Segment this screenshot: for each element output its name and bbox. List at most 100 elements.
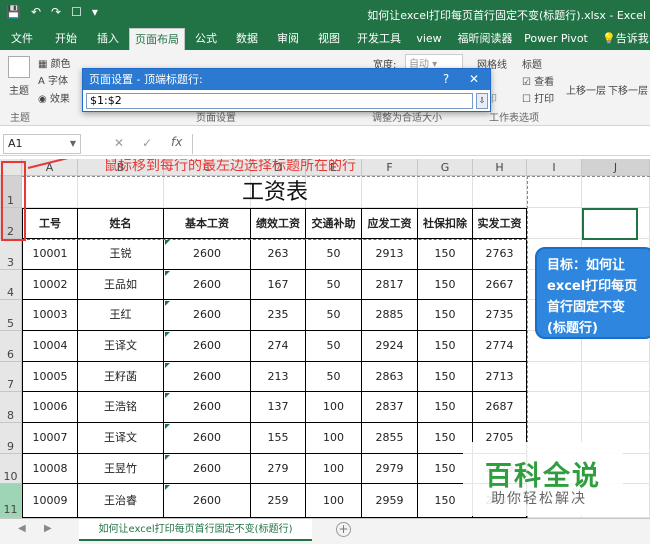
grid-cell[interactable] xyxy=(527,208,582,239)
data-cell[interactable]: 2817 xyxy=(362,270,418,300)
data-cell[interactable]: 279 xyxy=(251,454,306,484)
data-cell[interactable]: 2763 xyxy=(473,239,527,270)
row-header-11[interactable]: 11 xyxy=(0,484,22,518)
close-icon[interactable]: ✕ xyxy=(460,69,488,90)
data-cell[interactable]: 263 xyxy=(251,239,306,270)
data-cell[interactable]: 10007 xyxy=(22,423,78,454)
colors-button[interactable]: ▦ 颜色 xyxy=(38,55,71,70)
dialog-title-bar[interactable]: 页面设置 - 顶端标题行: ? ✕ xyxy=(83,69,490,90)
grid-cell[interactable] xyxy=(527,176,582,208)
sheet-tab[interactable]: 如何让excel打印每页首行固定不变(标题行) xyxy=(79,519,312,541)
fonts-button[interactable]: A 字体 xyxy=(38,72,68,87)
selected-cell[interactable] xyxy=(582,208,638,240)
data-cell[interactable]: 50 xyxy=(306,331,362,362)
data-cell[interactable]: 2885 xyxy=(362,300,418,331)
data-cell[interactable]: 10006 xyxy=(22,392,78,423)
header-cell[interactable]: 绩效工资 xyxy=(251,208,306,239)
data-cell[interactable]: 2863 xyxy=(362,362,418,392)
undo-icon[interactable]: ↶ xyxy=(31,5,41,19)
data-cell[interactable]: 王昱竹 xyxy=(78,454,164,484)
data-cell[interactable]: 50 xyxy=(306,300,362,331)
data-cell[interactable]: 2735 xyxy=(473,300,527,331)
touch-mode-icon[interactable]: ☐ xyxy=(71,5,82,19)
data-cell[interactable]: 2924 xyxy=(362,331,418,362)
tell-me[interactable]: 💡告诉我你 xyxy=(598,28,650,67)
data-cell[interactable]: 50 xyxy=(306,362,362,392)
data-cell[interactable]: 王籽菡 xyxy=(78,362,164,392)
data-cell[interactable]: 王品如 xyxy=(78,270,164,300)
grid-cell[interactable] xyxy=(527,362,582,392)
tab-data[interactable]: 数据 xyxy=(231,28,263,50)
data-cell[interactable]: 167 xyxy=(251,270,306,300)
headings-print-checkbox[interactable]: ☐ 打印 xyxy=(522,90,554,105)
data-cell[interactable]: 2959 xyxy=(362,484,418,518)
customize-qat-icon[interactable]: ▾ xyxy=(92,5,98,19)
themes-icon[interactable] xyxy=(8,56,30,78)
data-cell[interactable]: 50 xyxy=(306,239,362,270)
data-cell[interactable]: 2600 xyxy=(164,454,251,484)
data-cell[interactable]: 2855 xyxy=(362,423,418,454)
prev-sheet-icon[interactable]: ◀ xyxy=(18,523,26,534)
data-cell[interactable]: 2600 xyxy=(164,362,251,392)
data-cell[interactable]: 100 xyxy=(306,484,362,518)
data-cell[interactable]: 10004 xyxy=(22,331,78,362)
tab-home[interactable]: 开始 xyxy=(48,28,84,50)
row-header-9[interactable]: 9 xyxy=(0,423,22,454)
save-icon[interactable]: 💾 xyxy=(6,5,21,19)
next-sheet-icon[interactable]: ▶ xyxy=(44,523,52,534)
redo-icon[interactable]: ↷ xyxy=(51,5,61,19)
tab-foxit[interactable]: 福昕阅读器 xyxy=(455,28,515,50)
row-header-5[interactable]: 5 xyxy=(0,300,22,331)
row-header-4[interactable]: 4 xyxy=(0,270,22,300)
data-cell[interactable]: 王锐 xyxy=(78,239,164,270)
data-cell[interactable]: 2600 xyxy=(164,300,251,331)
data-cell[interactable]: 213 xyxy=(251,362,306,392)
sheet-title[interactable]: 工资表 xyxy=(23,177,527,208)
data-cell[interactable]: 2600 xyxy=(164,331,251,362)
data-cell[interactable]: 2774 xyxy=(473,331,527,362)
data-cell[interactable]: 2600 xyxy=(164,423,251,454)
data-cell[interactable]: 150 xyxy=(418,392,473,423)
header-cell[interactable]: 社保扣除 xyxy=(418,208,473,239)
data-cell[interactable]: 274 xyxy=(251,331,306,362)
data-cell[interactable]: 235 xyxy=(251,300,306,331)
tab-file[interactable]: 文件 xyxy=(6,28,38,50)
data-cell[interactable]: 10008 xyxy=(22,454,78,484)
data-cell[interactable]: 10001 xyxy=(22,239,78,270)
send-backward-button[interactable]: 下移一层 xyxy=(608,82,648,97)
expand-dialog-icon[interactable]: ⇩ xyxy=(476,93,488,109)
data-cell[interactable]: 50 xyxy=(306,270,362,300)
data-cell[interactable]: 100 xyxy=(306,423,362,454)
bring-forward-button[interactable]: 上移一层 xyxy=(566,82,606,97)
data-cell[interactable]: 155 xyxy=(251,423,306,454)
header-cell[interactable]: 姓名 xyxy=(78,208,164,239)
data-cell[interactable]: 150 xyxy=(418,300,473,331)
row-header-3[interactable]: 3 xyxy=(0,239,22,270)
data-cell[interactable]: 2687 xyxy=(473,392,527,423)
column-header-j[interactable]: J xyxy=(582,159,650,176)
tab-power-pivot[interactable]: Power Pivot xyxy=(524,28,588,50)
data-cell[interactable]: 150 xyxy=(418,331,473,362)
column-header-f[interactable]: F xyxy=(362,159,418,176)
data-cell[interactable]: 100 xyxy=(306,454,362,484)
header-cell[interactable]: 工号 xyxy=(22,208,78,239)
data-cell[interactable]: 2600 xyxy=(164,484,251,518)
grid-cell[interactable] xyxy=(582,176,650,208)
data-cell[interactable]: 10009 xyxy=(22,484,78,518)
data-cell[interactable]: 2979 xyxy=(362,454,418,484)
tab-page-layout[interactable]: 页面布局 xyxy=(129,28,185,50)
row-header-8[interactable]: 8 xyxy=(0,392,22,423)
data-cell[interactable]: 王红 xyxy=(78,300,164,331)
header-cell[interactable]: 交通补助 xyxy=(306,208,362,239)
row-header-10[interactable]: 10 xyxy=(0,454,22,484)
row-header-7[interactable]: 7 xyxy=(0,362,22,392)
grid-cell[interactable] xyxy=(527,392,582,423)
data-cell[interactable]: 王译文 xyxy=(78,423,164,454)
data-cell[interactable]: 10002 xyxy=(22,270,78,300)
data-cell[interactable]: 137 xyxy=(251,392,306,423)
data-cell[interactable]: 259 xyxy=(251,484,306,518)
data-cell[interactable]: 王译文 xyxy=(78,331,164,362)
grid-cell[interactable] xyxy=(582,362,650,392)
tab-insert[interactable]: 插入 xyxy=(90,28,126,50)
header-cell[interactable]: 实发工资 xyxy=(473,208,527,239)
